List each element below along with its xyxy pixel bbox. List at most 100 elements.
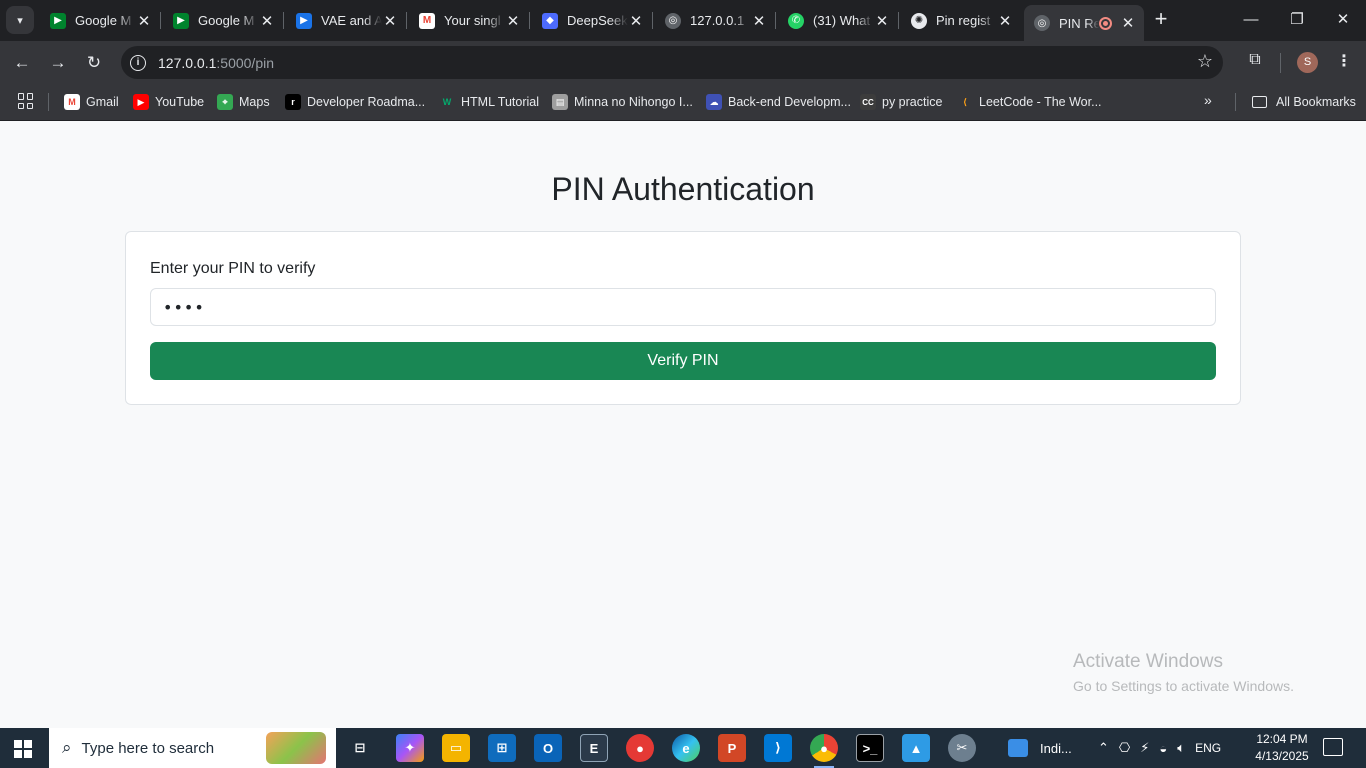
page-content: PIN Authentication Enter your PIN to ver…: [0, 121, 1366, 728]
close-icon[interactable]: ✕: [997, 12, 1013, 30]
file-explorer-icon[interactable]: ▭: [442, 734, 470, 762]
close-icon[interactable]: ✕: [751, 12, 767, 30]
taskbar: ⌕ Type here to search ⊟ ✦ ▭ ⊞ O E ● e P …: [0, 728, 1366, 768]
tab[interactable]: M Your singl ✕: [409, 5, 529, 36]
restore-icon[interactable]: ❐: [1285, 8, 1309, 32]
leetcode-icon: ⟨: [962, 96, 968, 107]
pin-input[interactable]: [150, 288, 1216, 326]
clock[interactable]: 12:04 PM 4/13/2025: [1252, 731, 1312, 765]
close-icon[interactable]: ✕: [505, 12, 521, 30]
store-icon[interactable]: ⊞: [488, 734, 516, 762]
address-bar[interactable]: i 127.0.0.1 :5000/pin ☆: [121, 46, 1223, 79]
tab-title: DeepSeek: [567, 13, 628, 28]
search-highlight-image: [266, 732, 326, 764]
outlook-icon[interactable]: O: [534, 734, 562, 762]
reload-icon: ↻: [86, 53, 102, 72]
reload-button[interactable]: ↻: [81, 50, 107, 76]
new-tab-button[interactable]: +: [1150, 8, 1172, 32]
battery-charging-icon[interactable]: ⚡: [1140, 740, 1149, 756]
bookmark-developer-roadmap[interactable]: r Developer Roadma...: [285, 91, 425, 113]
tab-search-button[interactable]: ▾: [6, 6, 34, 34]
tab[interactable]: ▶ Google M ✕: [40, 5, 160, 36]
snipping-tool-icon[interactable]: ✂: [948, 734, 976, 762]
notifications-icon[interactable]: [1323, 738, 1343, 756]
system-tray[interactable]: ⌃ ⎔ ⚡ ◒ 🔈︎ ENG: [1098, 728, 1221, 768]
gmail-icon: M: [64, 94, 80, 110]
tab-strip: ▾ ▶ Google M ✕ ▶ Google M ✕ ▶ VAE and A …: [0, 0, 1366, 41]
back-button[interactable]: ←: [9, 50, 35, 76]
site-info-icon[interactable]: i: [130, 54, 146, 71]
chevron-down-icon: ▾: [17, 14, 23, 27]
tab[interactable]: ✆ (31) What ✕: [778, 5, 898, 36]
cmd-icon[interactable]: >_: [856, 734, 884, 762]
bookmark-youtube[interactable]: ▶ YouTube: [133, 91, 204, 113]
bookmark-label: Back-end Developm...: [728, 95, 851, 109]
forward-button[interactable]: →: [45, 50, 71, 76]
video-icon: ▶: [296, 12, 312, 29]
tab-title: Your singl: [444, 13, 501, 28]
edge-icon[interactable]: e: [672, 734, 700, 762]
youtube-icon: ▶: [133, 94, 149, 110]
tab[interactable]: ✺ Pin regist ✕: [901, 5, 1021, 36]
powerpoint-icon[interactable]: P: [718, 734, 746, 762]
gmail-icon: M: [419, 12, 435, 29]
volume-icon[interactable]: 🔈︎: [1177, 740, 1185, 756]
bookmark-gmail[interactable]: M Gmail: [64, 91, 119, 113]
whatsapp-icon: ✆: [788, 12, 804, 29]
all-bookmarks-button[interactable]: All Bookmarks: [1252, 91, 1356, 113]
bookmark-html-tutorial[interactable]: W HTML Tutorial: [439, 91, 539, 113]
taskbar-search[interactable]: ⌕ Type here to search: [49, 728, 336, 768]
photos-icon[interactable]: ▲: [902, 734, 930, 762]
apps-grid-icon[interactable]: [18, 93, 34, 109]
close-window-icon[interactable]: ✕: [1331, 8, 1355, 32]
chevron-double-right-icon[interactable]: »: [1204, 92, 1212, 108]
vscode-icon[interactable]: ⟩: [764, 734, 792, 762]
bookmark-leetcode[interactable]: ⟨ LeetCode - The Wor...: [957, 91, 1102, 113]
tab-active[interactable]: ◎ PIN Re ✕: [1024, 5, 1144, 41]
bookmark-py-practice[interactable]: CC py practice: [860, 91, 942, 113]
profile-avatar[interactable]: S: [1297, 52, 1318, 73]
tab[interactable]: ▶ Google M ✕: [163, 5, 283, 36]
google-meet-icon: ▶: [50, 12, 66, 29]
close-icon[interactable]: ✕: [874, 12, 890, 30]
close-icon[interactable]: ✕: [628, 12, 644, 30]
tab[interactable]: ◆ DeepSeek ✕: [532, 5, 652, 36]
minimize-icon[interactable]: —: [1239, 8, 1263, 32]
tab-title: VAE and A: [321, 13, 382, 28]
tab[interactable]: ▶ VAE and A ✕: [286, 5, 406, 36]
copilot-icon[interactable]: ✦: [396, 734, 424, 762]
tab[interactable]: ◎ 127.0.0.1 ✕: [655, 5, 775, 36]
close-icon[interactable]: ✕: [382, 12, 398, 30]
book-icon: ▤: [552, 94, 568, 110]
camera-icon[interactable]: ⎔: [1119, 740, 1130, 756]
extensions-icon[interactable]: ⧉: [1244, 51, 1266, 73]
google-meet-icon: ▶: [173, 12, 189, 29]
bookmark-label: YouTube: [155, 95, 205, 109]
task-view-icon[interactable]: ⊟: [346, 734, 374, 762]
chrome-icon[interactable]: ●: [810, 734, 838, 768]
wifi-icon[interactable]: ◒: [1159, 741, 1167, 756]
bookmark-backend-development[interactable]: ☁ Back-end Developm...: [706, 91, 851, 113]
weather-text: Indi...: [1040, 740, 1072, 756]
bookmark-star-icon[interactable]: ☆: [1197, 51, 1213, 72]
bookmark-minna-no-nihongo[interactable]: ▤ Minna no Nihongo I...: [552, 91, 693, 113]
close-icon[interactable]: ✕: [259, 12, 275, 30]
roadmap-icon: r: [285, 94, 301, 110]
chevron-up-icon[interactable]: ⌃: [1098, 740, 1109, 756]
record-app-icon[interactable]: ●: [626, 734, 654, 762]
bookmark-label: py practice: [882, 95, 943, 109]
bookmark-maps[interactable]: ⌖ Maps: [217, 91, 270, 113]
deepseek-icon: ◆: [542, 12, 558, 29]
terminal-app-icon[interactable]: E: [580, 734, 608, 762]
tab-title: (31) What: [813, 13, 871, 28]
language-indicator[interactable]: ENG: [1195, 741, 1221, 755]
url-host: 127.0.0.1: [158, 54, 217, 71]
close-icon[interactable]: ✕: [136, 12, 152, 30]
windows-start-icon[interactable]: [14, 740, 32, 758]
close-icon[interactable]: ✕: [1120, 14, 1136, 32]
watermark-line2: Go to Settings to activate Windows.: [1073, 678, 1294, 694]
folder-icon: [1252, 96, 1267, 108]
verify-pin-button[interactable]: Verify PIN: [150, 342, 1216, 380]
kebab-menu-icon[interactable]: ⋮: [1336, 51, 1352, 73]
weather-widget[interactable]: Indi...: [1008, 728, 1072, 768]
